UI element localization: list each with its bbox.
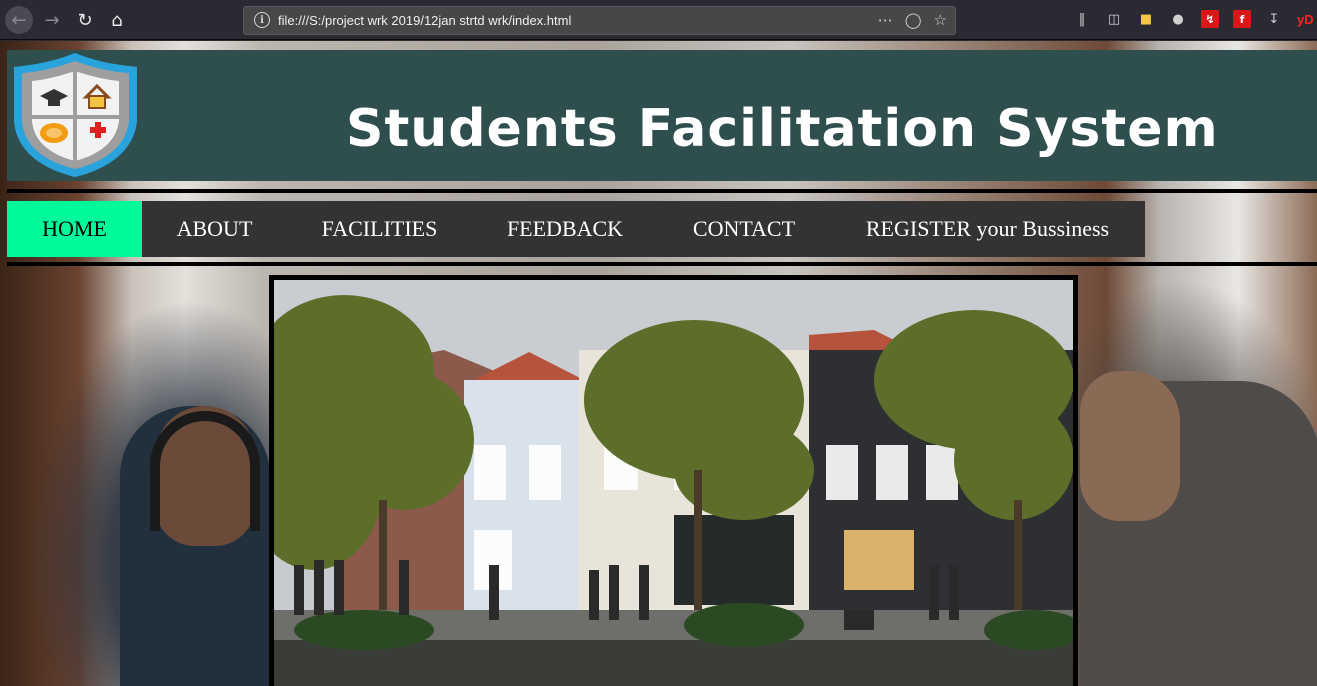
page-background: Students Facilitation System HOME ABOUT … [0,41,1317,686]
flash-icon[interactable]: ↯ [1201,10,1219,28]
plate-icon [40,123,68,143]
toolbar-icons: ‖ ◫ ■ ● ↯ f ↧ yD [1073,10,1314,28]
nav-register-business[interactable]: REGISTER your Bussiness [830,201,1145,257]
nav-facilities[interactable]: FACILITIES [287,201,472,257]
url-actions: ⋯ ◯ ☆ [878,11,947,29]
nav-about[interactable]: ABOUT [142,201,287,257]
divider-bottom [7,262,1317,266]
home-icon[interactable]: ⌂ [103,6,131,34]
nav-feedback[interactable]: FEEDBACK [472,201,658,257]
download-icon[interactable]: ↧ [1265,10,1283,28]
site-title: Students Facilitation System [346,99,1219,159]
bookmark-star-icon[interactable]: ☆ [934,11,947,29]
info-icon[interactable]: i [254,12,270,28]
street-photo-image [274,280,1073,686]
yandex-icon[interactable]: yD [1297,12,1314,27]
reload-icon[interactable]: ↻ [71,6,99,34]
pocket-icon[interactable]: ◯ [905,11,922,29]
divider-top [7,189,1317,193]
background-head-right [1080,371,1180,521]
flash-player-icon[interactable]: f [1233,10,1251,28]
main-nav: HOME ABOUT FACILITIES FEEDBACK CONTACT R… [7,201,1145,257]
back-arrow-icon[interactable]: ← [5,6,33,34]
logo-shield-icon [14,53,137,177]
headphones-shape [150,411,260,531]
url-text[interactable]: file:///S:/project wrk 2019/12jan strtd … [278,13,571,28]
hero-image [269,275,1078,686]
more-actions-icon[interactable]: ⋯ [878,11,893,29]
extension-icon[interactable]: ■ [1137,10,1155,28]
address-bar[interactable]: i file:///S:/project wrk 2019/12jan strt… [243,6,956,35]
nav-contact[interactable]: CONTACT [658,201,830,257]
browser-toolbar: ← → ↻ ⌂ i file:///S:/project wrk 2019/12… [0,0,1317,40]
nav-home[interactable]: HOME [7,201,142,257]
ghostery-icon[interactable]: ● [1169,10,1187,28]
sidebar-icon[interactable]: ◫ [1105,10,1123,28]
library-icon[interactable]: ‖ [1073,10,1091,28]
forward-arrow-icon[interactable]: → [38,6,66,34]
